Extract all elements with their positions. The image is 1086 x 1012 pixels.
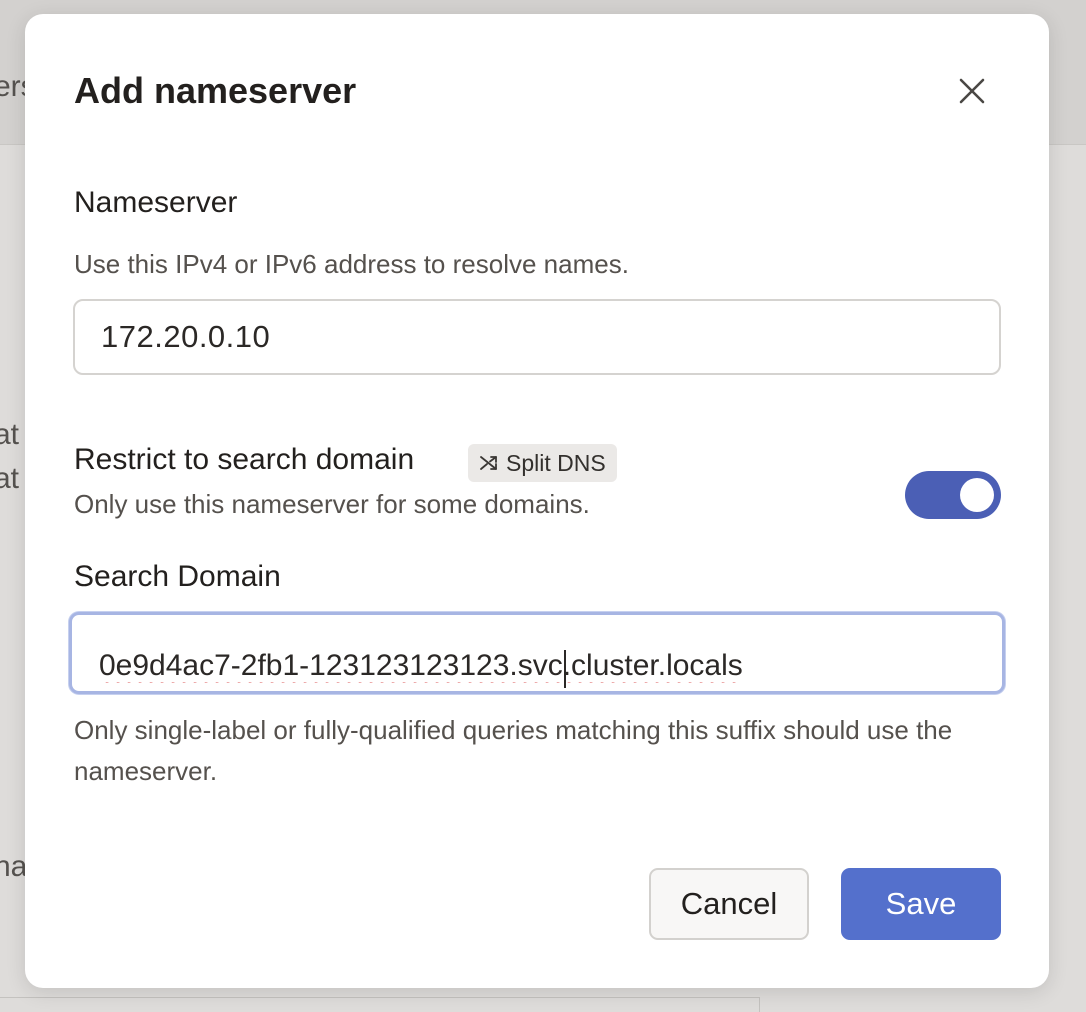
text-caret xyxy=(564,650,566,688)
dialog-title: Add nameserver xyxy=(74,70,357,111)
nameserver-label: Nameserver xyxy=(74,186,238,219)
background-text: na xyxy=(0,850,28,883)
search-domain-label: Search Domain xyxy=(74,560,281,593)
background-text: at xyxy=(0,418,20,451)
nameserver-input[interactable] xyxy=(73,299,1001,375)
background-divider xyxy=(759,997,760,1012)
shuffle-icon xyxy=(480,456,497,470)
background-text: at xyxy=(0,462,20,495)
close-icon xyxy=(959,78,985,104)
restrict-description: Only use this nameserver for some domain… xyxy=(74,489,590,519)
restrict-label: Restrict to search domain xyxy=(74,443,415,476)
save-button[interactable]: Save xyxy=(841,868,1001,940)
add-nameserver-dialog: Add nameserver Nameserver Use this IPv4 … xyxy=(25,14,1049,988)
close-button[interactable] xyxy=(951,70,993,112)
background-divider xyxy=(0,997,760,998)
cancel-button[interactable]: Cancel xyxy=(649,868,809,940)
search-domain-helper: Only single-label or fully-qualified que… xyxy=(74,715,953,786)
toggle-knob xyxy=(960,478,994,512)
split-dns-badge: Split DNS xyxy=(468,444,617,482)
search-domain-value: 0e9d4ac7-2fb1-123123123123.svc.cluster.l… xyxy=(99,649,743,682)
nameserver-description: Use this IPv4 or IPv6 address to resolve… xyxy=(74,249,629,279)
split-dns-label: Split DNS xyxy=(506,449,606,476)
restrict-toggle[interactable] xyxy=(905,471,1001,519)
